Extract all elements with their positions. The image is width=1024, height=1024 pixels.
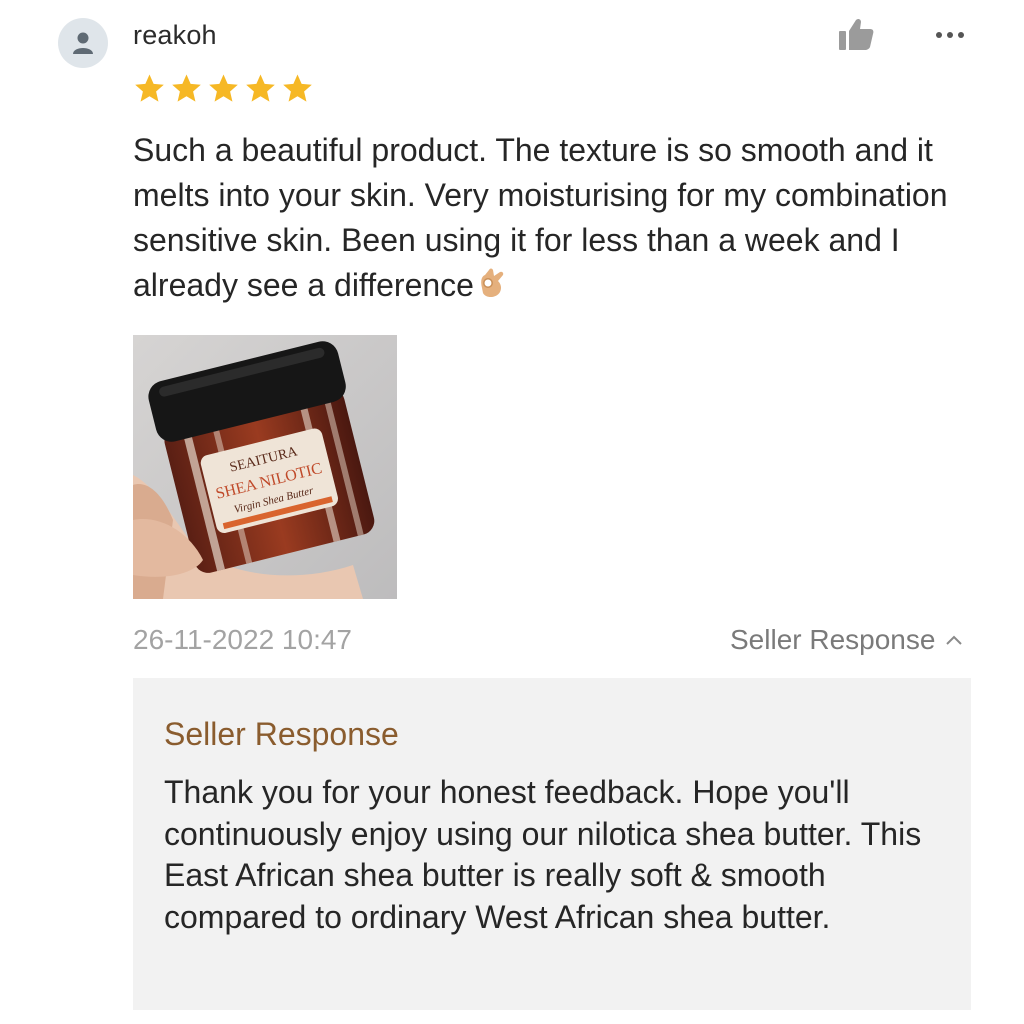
review-product-photo[interactable]: SEAITURA SHEA NILOTIC Virgin Shea Butter xyxy=(133,335,397,599)
user-avatar-icon[interactable] xyxy=(58,18,108,68)
seller-response-toggle-label: Seller Response xyxy=(730,624,936,655)
review-timestamp: 26-11-2022 10:47 xyxy=(133,624,352,655)
seller-response-panel: Seller Response Thank you for your hones… xyxy=(133,678,971,1010)
reviewer-username[interactable]: reakoh xyxy=(133,20,217,51)
star-icon xyxy=(172,74,201,102)
more-options-button[interactable] xyxy=(930,18,970,52)
thumbs-up-icon xyxy=(839,18,874,50)
star-icon xyxy=(246,74,275,102)
review-body: Such a beautiful product. The texture is… xyxy=(133,132,948,303)
seller-response-title: Seller Response xyxy=(164,716,399,752)
star-icon xyxy=(209,74,238,102)
review-text: Such a beautiful product. The texture is… xyxy=(133,128,983,312)
star-rating xyxy=(133,72,314,105)
review-card: reakoh Such a beautiful product. The tex… xyxy=(0,0,1024,1024)
chevron-up-icon xyxy=(946,635,963,645)
like-button[interactable] xyxy=(836,16,876,54)
star-icon xyxy=(135,74,164,102)
ok-hand-emoji xyxy=(476,266,506,312)
seller-response-text: Thank you for your honest feedback. Hope… xyxy=(164,774,922,935)
more-options-icon xyxy=(936,32,964,38)
seller-response-toggle[interactable]: Seller Response xyxy=(730,624,963,656)
star-icon xyxy=(283,74,312,102)
